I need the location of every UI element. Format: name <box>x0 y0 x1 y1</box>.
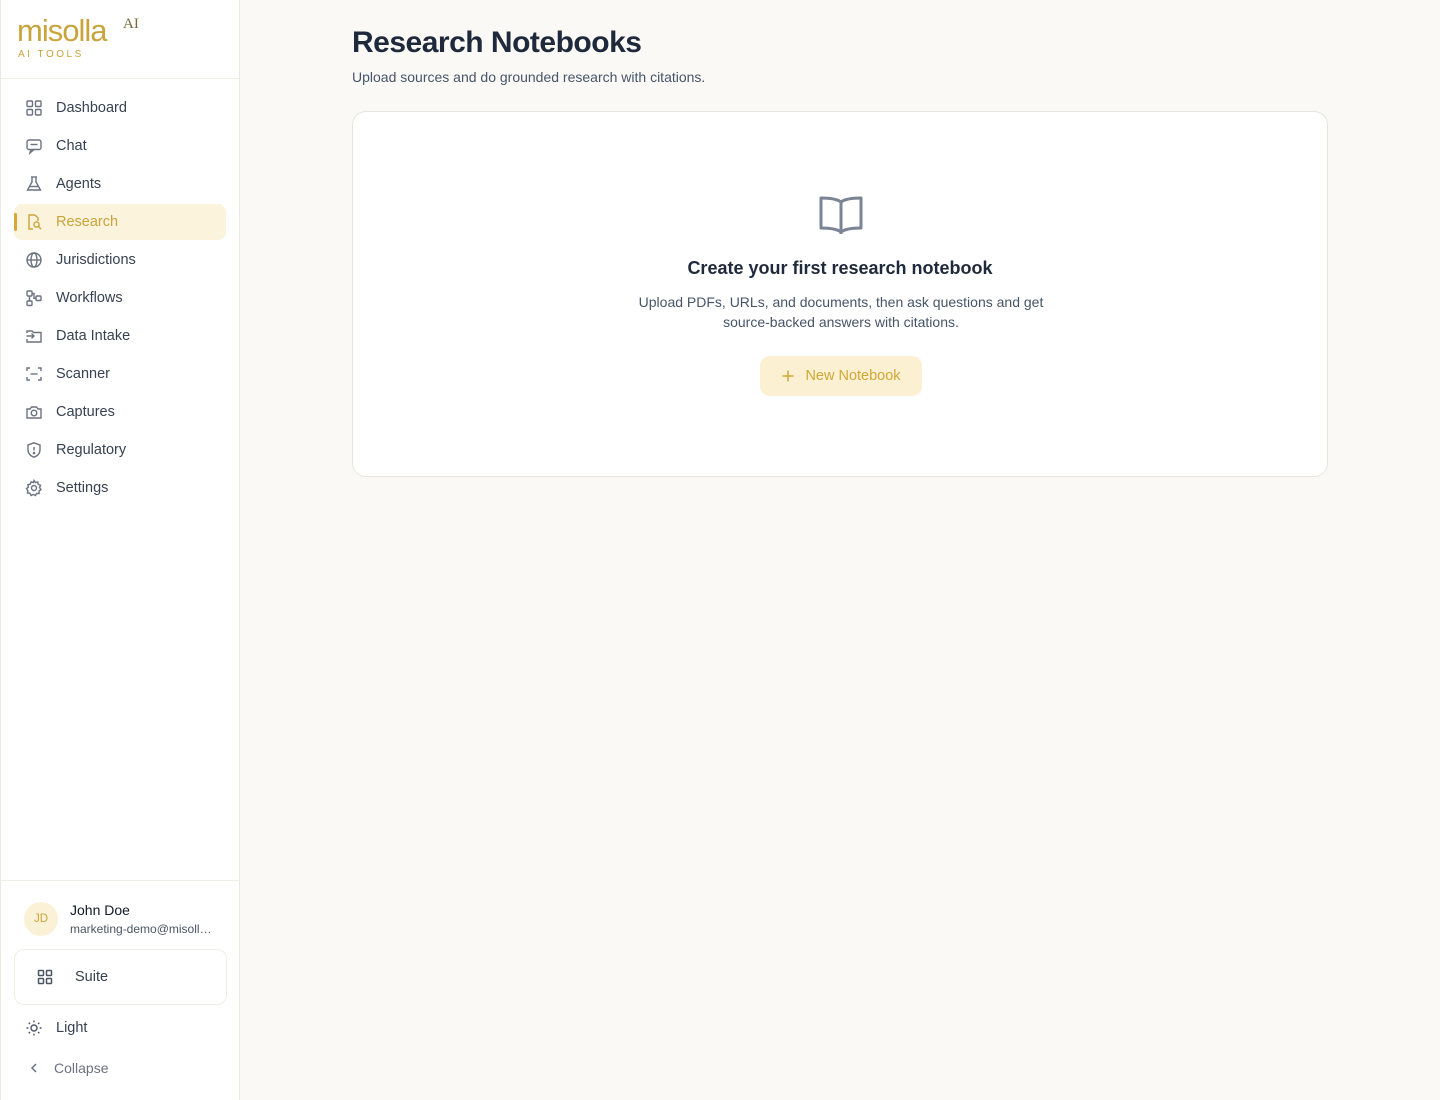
chat-icon <box>25 137 43 155</box>
sidebar-item-jurisdictions[interactable]: Jurisdictions <box>14 242 226 278</box>
collapse-button[interactable]: Collapse <box>27 1057 240 1079</box>
main-content: Research Notebooks Upload sources and do… <box>352 0 1328 477</box>
user-name: John Doe <box>70 902 130 918</box>
empty-state-description: Upload PDFs, URLs, and documents, then a… <box>638 294 1044 330</box>
grid-icon <box>36 968 54 986</box>
gear-icon <box>25 479 43 497</box>
new-notebook-label: New Notebook <box>805 368 901 384</box>
brand-tagline: AI TOOLS <box>18 49 84 60</box>
sidebar-item-research[interactable]: Research <box>14 204 226 240</box>
open-book-icon <box>817 194 865 238</box>
sidebar-item-chat[interactable]: Chat <box>14 128 226 164</box>
user-email: marketing-demo@misolla.ai <box>70 922 216 936</box>
sidebar-item-workflows[interactable]: Workflows <box>14 280 226 316</box>
chevron-left-icon <box>27 1061 41 1075</box>
sidebar-item-captures[interactable]: Captures <box>14 394 226 430</box>
suite-button[interactable]: Suite <box>14 949 227 1005</box>
globe-icon <box>25 251 43 269</box>
avatar: JD <box>24 902 58 936</box>
sidebar-item-label: Jurisdictions <box>56 252 136 268</box>
sidebar-item-regulatory[interactable]: Regulatory <box>14 432 226 468</box>
user-profile[interactable]: JD John Doe marketing-demo@misolla.ai <box>1 881 240 936</box>
scan-icon <box>25 365 43 383</box>
sidebar-item-label: Captures <box>56 404 115 420</box>
empty-state-title: Create your first research notebook <box>687 258 993 278</box>
sidebar-item-agents[interactable]: Agents <box>14 166 226 202</box>
flask-icon <box>25 175 43 193</box>
folder-input-icon <box>25 327 43 345</box>
brand-superscript: AI <box>123 16 139 32</box>
research-icon <box>25 213 43 231</box>
brand-logo[interactable]: misolla AI AI TOOLS <box>1 0 239 79</box>
sidebar-nav: Dashboard Chat Agents Research Jurisdict… <box>1 79 239 506</box>
sidebar-item-label: Workflows <box>56 290 123 306</box>
page-subtitle: Upload sources and do grounded research … <box>352 69 706 85</box>
theme-toggle[interactable]: Light <box>25 1017 240 1039</box>
empty-state-card: Create your first research notebook Uplo… <box>352 111 1328 477</box>
sidebar-item-label: Research <box>56 214 119 230</box>
camera-icon <box>25 403 43 421</box>
sidebar-item-scanner[interactable]: Scanner <box>14 356 226 392</box>
dashboard-icon <box>25 99 43 117</box>
sidebar-item-label: Data Intake <box>56 328 131 344</box>
sidebar-item-data-intake[interactable]: Data Intake <box>14 318 226 354</box>
shield-icon <box>25 441 43 459</box>
theme-label: Light <box>56 1020 88 1036</box>
sidebar-item-label: Settings <box>56 480 109 496</box>
collapse-label: Collapse <box>54 1060 109 1076</box>
sidebar-item-settings[interactable]: Settings <box>14 470 226 506</box>
suite-label: Suite <box>75 969 109 985</box>
brand-wordmark: misolla <box>17 13 107 48</box>
sidebar-item-label: Agents <box>56 176 102 192</box>
sun-icon <box>25 1019 43 1037</box>
workflow-icon <box>25 289 43 307</box>
sidebar-item-label: Regulatory <box>56 442 127 458</box>
sidebar-footer: JD John Doe marketing-demo@misolla.ai Su… <box>1 880 240 1100</box>
sidebar-item-label: Chat <box>56 138 87 154</box>
sidebar-item-dashboard[interactable]: Dashboard <box>14 90 226 126</box>
sidebar: misolla AI AI TOOLS Dashboard Chat Agent… <box>0 0 240 1100</box>
plus-icon <box>781 369 795 383</box>
page-title: Research Notebooks <box>352 26 642 59</box>
new-notebook-button[interactable]: New Notebook <box>760 356 922 396</box>
sidebar-item-label: Dashboard <box>56 100 127 116</box>
sidebar-item-label: Scanner <box>56 366 111 382</box>
